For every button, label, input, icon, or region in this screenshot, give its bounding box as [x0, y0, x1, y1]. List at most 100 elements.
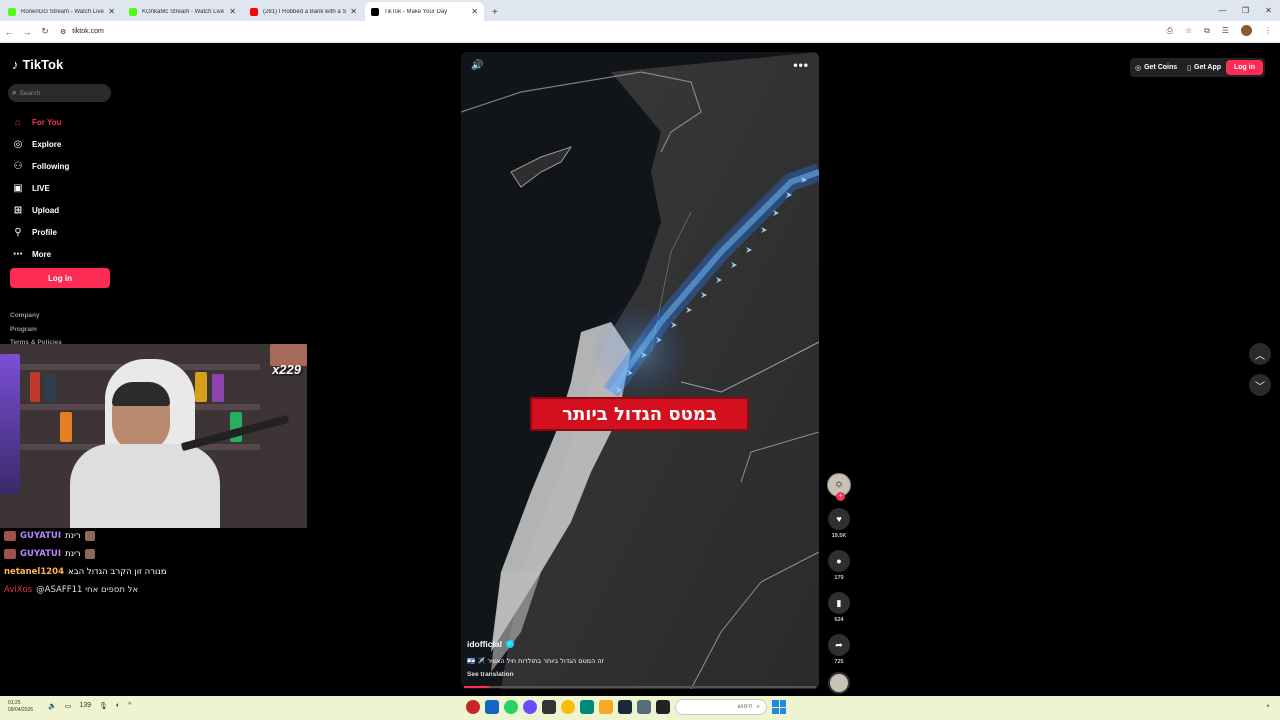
browser-tab-active[interactable]: TikTok - Make Your Day ✕	[365, 2, 484, 21]
search-icon: ⌕	[12, 88, 17, 97]
close-window-icon[interactable]: ✕	[1257, 0, 1280, 21]
steam-icon[interactable]	[618, 700, 632, 714]
show-desktop-icon[interactable]: ◔	[1265, 701, 1270, 711]
see-translation-link[interactable]: See translation	[467, 671, 514, 678]
share-button[interactable]: ➦	[828, 634, 850, 656]
rgb-light	[0, 354, 20, 494]
display-icon[interactable]: ▭	[65, 702, 72, 710]
figure-box	[30, 372, 40, 402]
new-tab-button[interactable]: +	[492, 7, 498, 18]
speaker-icon[interactable]: 🔈	[48, 702, 57, 710]
footer-link-company[interactable]: Company	[10, 309, 62, 323]
tiktok-logo[interactable]: ♪ TikTok	[12, 57, 63, 72]
bookmark-star-icon[interactable]: ☆	[1185, 26, 1192, 35]
author-avatar[interactable]: ✡ +	[827, 473, 851, 501]
sidebar-item-following[interactable]: ⚇ Following	[12, 155, 70, 177]
reading-list-icon[interactable]: ☰	[1222, 26, 1229, 35]
user-badge-icon	[4, 531, 16, 541]
feed-navigation: ︿ ﹀	[1249, 343, 1271, 405]
search-input[interactable]: ⌕ Search	[8, 84, 111, 102]
chrome-icon[interactable]	[561, 700, 575, 714]
volume-icon[interactable]: 🔊	[471, 60, 483, 71]
sidebar-item-live[interactable]: ▣ LIVE	[12, 177, 69, 199]
sidebar-item-upload[interactable]: ⊞ Upload	[12, 199, 69, 221]
taskbar-search-text: חיפוש	[737, 704, 753, 710]
footer-link-program[interactable]: Program	[10, 323, 62, 337]
headset-icon[interactable]	[542, 700, 556, 714]
sidebar-nav: ⌂ For You ◎ Explore ⚇ Following ▣ LIVE ⊞…	[12, 111, 69, 265]
sidebar-login-button[interactable]: Log in	[10, 268, 110, 288]
toolbar-right: ⎙ ☆ ⧉ ☰ ⋮	[1167, 25, 1272, 36]
emote-icon	[84, 531, 95, 541]
next-video-button[interactable]: ﹀	[1249, 374, 1271, 396]
comment-button[interactable]: ●	[828, 550, 850, 572]
close-tab-icon[interactable]: ✕	[471, 7, 478, 16]
minimize-icon[interactable]: —	[1211, 0, 1234, 21]
video-author[interactable]: idofficial ✓	[467, 639, 514, 649]
address-bar: ← → ↻ ⚙ tiktok.com ⎙ ☆ ⧉ ☰ ⋮	[0, 21, 1280, 43]
reload-icon[interactable]: ↻	[36, 26, 54, 37]
app-icon[interactable]	[523, 700, 537, 714]
browser-tab[interactable]: (281) I Robbed a Bank with a St ✕	[244, 2, 363, 21]
close-tab-icon[interactable]: ✕	[108, 7, 115, 16]
youtube-favicon-icon	[250, 7, 258, 16]
folder-icon[interactable]	[599, 700, 613, 714]
browser-tab[interactable]: KOnkaMc Stream - Watch Live o ✕	[123, 2, 242, 21]
get-coins-button[interactable]: ◎ Get Coins	[1130, 64, 1182, 72]
sidebar-item-profile[interactable]: ⚲ Profile	[12, 221, 69, 243]
gift-counter: x229	[272, 362, 301, 377]
emote-icon	[84, 549, 95, 559]
mic-icon[interactable]: 🎙	[99, 702, 108, 710]
browser-menu-icon[interactable]: ⋮	[1264, 26, 1272, 35]
profile-avatar[interactable]	[1241, 25, 1252, 36]
install-icon[interactable]: ⎙	[1167, 26, 1173, 36]
chat-text: @ASAFF11 אל תספים אחי	[36, 585, 139, 595]
like-count: 19.5K	[831, 533, 847, 539]
sidebar-item-for-you[interactable]: ⌂ For You	[12, 111, 69, 133]
close-tab-icon[interactable]: ✕	[350, 7, 357, 16]
url-field[interactable]: ⚙ tiktok.com	[60, 28, 104, 36]
restore-icon[interactable]: ❐	[1234, 0, 1257, 21]
close-tab-icon[interactable]: ✕	[229, 7, 236, 16]
app-icon[interactable]	[580, 700, 594, 714]
app-icon[interactable]	[637, 700, 651, 714]
follow-plus-icon[interactable]: +	[836, 492, 845, 501]
taskbar-search[interactable]: חיפוש ⌕	[675, 699, 767, 715]
share-icon: ➦	[835, 639, 843, 650]
back-icon[interactable]: ←	[0, 27, 18, 37]
app-icon[interactable]	[466, 700, 480, 714]
tray-chevron-icon[interactable]: ^	[128, 702, 131, 710]
figure-box	[45, 374, 57, 402]
video-progress-bar[interactable]	[464, 686, 816, 688]
header-login-button[interactable]: Log in	[1226, 60, 1263, 75]
chat-text: מנורה זון הקרב הגדול הבא	[68, 567, 167, 577]
site-info-icon[interactable]: ⚙	[60, 28, 66, 36]
browser-tab[interactable]: RonenGG Stream - Watch Live o ✕	[2, 2, 121, 21]
whatsapp-icon[interactable]	[504, 700, 518, 714]
clock-date: 09/04/2026	[8, 707, 34, 713]
music-disc-icon[interactable]	[828, 672, 850, 694]
video-player[interactable]: 🔊 ••• במטס הגדול ביותר idofficial ✓ זה ה…	[461, 52, 819, 689]
coin-icon: ◎	[1135, 64, 1142, 72]
start-button[interactable]	[772, 700, 786, 714]
bookmark-button[interactable]: ▮	[828, 592, 850, 614]
chat-text: רינת	[65, 531, 81, 541]
previous-video-button[interactable]: ︿	[1249, 343, 1271, 365]
app-icon[interactable]	[485, 700, 499, 714]
get-app-button[interactable]: ▯ Get App	[1182, 64, 1226, 72]
idf-emblem-icon: ✡	[834, 479, 844, 491]
clock[interactable]: 01:25 09/04/2026	[8, 700, 33, 714]
sidebar-item-more[interactable]: ⋯ More	[12, 243, 69, 265]
tab-title: KOnkaMc Stream - Watch Live o	[142, 8, 226, 15]
sidebar-item-explore[interactable]: ◎ Explore	[12, 133, 69, 155]
video-more-icon[interactable]: •••	[793, 58, 809, 72]
extensions-icon[interactable]: ⧉	[1204, 26, 1210, 36]
compass-icon: ◎	[13, 138, 23, 150]
forward-icon[interactable]: →	[18, 27, 36, 37]
like-button[interactable]: ♥	[828, 508, 850, 530]
network-icon[interactable]: ◐	[116, 702, 120, 710]
header-actions: ◎ Get Coins ▯ Get App Log in	[1130, 58, 1265, 77]
app-icon[interactable]	[656, 700, 670, 714]
nav-label: LIVE	[32, 183, 50, 193]
verified-badge-icon: ✓	[505, 640, 514, 648]
